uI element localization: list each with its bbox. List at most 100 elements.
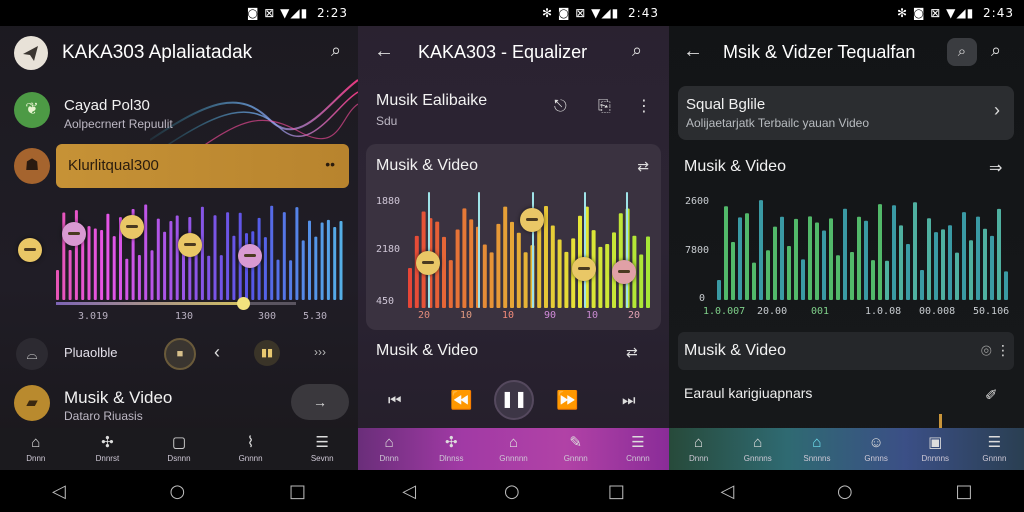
search-icon[interactable]: ⌕	[324, 40, 348, 64]
list-item-subtitle: Aolpecrnert Repuulit	[64, 117, 173, 131]
nav-item-smile[interactable]: ☺ Gnnns	[847, 428, 906, 470]
nav-label: Gnnnn	[238, 454, 263, 463]
spectrum-bar	[56, 270, 59, 300]
previous-icon[interactable]: ⏪	[450, 390, 472, 411]
pause-button[interactable]: ▮▮	[254, 340, 280, 366]
swap-icon[interactable]: ⇄	[626, 344, 638, 361]
recents-square-icon[interactable]: □	[608, 481, 625, 502]
nav-item-home[interactable]: ⌂ Dnnn	[0, 428, 72, 470]
back-triangle-icon[interactable]: ◁	[402, 481, 416, 502]
search-icon[interactable]: ⌕	[632, 40, 642, 61]
spectrum-bar	[188, 216, 192, 300]
seek-track[interactable]	[56, 302, 296, 305]
fast-forward-icon[interactable]: ⏭	[622, 392, 636, 409]
nav-item-settings[interactable]: ☰ Gnnnn	[965, 428, 1024, 470]
eq-slider-knob[interactable]	[120, 215, 144, 239]
nav-item-discover[interactable]: ✣ Dnnrst	[72, 428, 144, 470]
avatar: ☗	[14, 148, 50, 184]
home-circle-icon[interactable]: ○	[504, 481, 520, 502]
chart-bar	[885, 260, 889, 300]
home-icon: ⌂	[384, 434, 394, 451]
swap-icon[interactable]: ⇄	[637, 158, 649, 175]
spectrum-bar	[219, 255, 223, 300]
list-item-title[interactable]: Cayad Pol30	[64, 97, 150, 114]
share-icon[interactable]: ⎋	[554, 98, 567, 116]
status-icons: ◙ ⊠ ▼◢▮	[246, 6, 309, 20]
chart-bar	[801, 259, 805, 300]
nav-item-mic[interactable]: ✎ Gnnnn	[545, 428, 607, 470]
home-circle-icon[interactable]: ○	[837, 481, 853, 502]
eq-slider-knob[interactable]	[612, 259, 636, 284]
rewind-icon[interactable]: ⏮	[388, 392, 402, 409]
eq-slider-knob[interactable]	[18, 237, 42, 262]
selected-preset-card[interactable]: Klurlitqual300 ••	[56, 144, 349, 188]
back-triangle-icon[interactable]: ◁	[52, 481, 66, 502]
spectrum-bar	[263, 237, 267, 300]
header-title: Musik Ealibaike	[376, 92, 488, 109]
house-icon: ⌂	[753, 434, 763, 451]
open-button[interactable]: →	[291, 384, 349, 420]
next-icon[interactable]: ⏩	[556, 390, 578, 411]
seek-thumb[interactable]	[237, 297, 251, 310]
nav-item-settings[interactable]: ☰ Sevnn	[286, 428, 358, 470]
music-card-title[interactable]: Musik & Video	[64, 388, 172, 408]
skip-forward-icon[interactable]: ›››	[314, 345, 326, 359]
banner-card[interactable]: Squal Bglile Aolijaetarjatk Terbailc yau…	[678, 86, 1014, 140]
home-circle-icon[interactable]: ○	[170, 481, 186, 502]
spectrum-bar	[200, 206, 204, 300]
nav-item-settings[interactable]: ☰ Cnnnn	[607, 428, 669, 470]
recents-square-icon[interactable]: □	[289, 481, 306, 502]
y-tick: 7800	[685, 245, 710, 256]
link-icon[interactable]: ⎘	[598, 98, 611, 116]
chart-bar	[724, 206, 728, 300]
more-vertical-icon[interactable]: ⋮	[996, 342, 1010, 359]
stop-button[interactable]: ■	[164, 338, 196, 370]
nav-item-library[interactable]: ⌂ Snnnns	[787, 428, 846, 470]
section-title: Musik & Video	[376, 342, 478, 359]
arrow-right-icon[interactable]: ⇒	[989, 158, 1002, 178]
eq-slider-knob[interactable]	[238, 243, 262, 268]
panel-equalizer: ✻ ◙ ⊠ ▼◢▮ 2:43 ← KAKA303 - Equalizer ⌕ M…	[358, 0, 669, 470]
nav-item-discover[interactable]: ✣ Dlnnss	[420, 428, 482, 470]
playback-label: Pluaolble	[64, 345, 118, 360]
chart-bar	[941, 229, 945, 300]
nav-item-screen[interactable]: ▣ Dnnnns	[906, 428, 965, 470]
x-tick: 20	[628, 310, 641, 321]
section-row[interactable]: Musik & Video ◎ ⋮	[678, 332, 1014, 370]
spectrum-bar	[442, 236, 446, 308]
nav-item-home[interactable]: ⌂ Dnnn	[669, 428, 728, 470]
search-chip[interactable]: ⌕	[947, 38, 977, 66]
chart-bar	[843, 208, 847, 300]
status-time: 2:43	[983, 6, 1014, 20]
banner-title: Squal Bglile	[686, 96, 766, 113]
more-vertical-icon[interactable]: ⋮	[636, 96, 652, 116]
nav-item-house[interactable]: ⌂ Gnnnns	[728, 428, 787, 470]
pin-icon[interactable]: ✐	[985, 386, 998, 404]
recents-square-icon[interactable]: □	[956, 481, 973, 502]
chart-bar	[829, 218, 833, 300]
spectrum-bar	[489, 252, 494, 308]
nav-item-home[interactable]: ⌂ Dnnn	[358, 428, 420, 470]
nav-item-library[interactable]: ▢ Dsnnn	[143, 428, 215, 470]
chart-bar	[759, 200, 763, 300]
back-triangle-icon[interactable]: ◁	[720, 481, 734, 502]
chart-bar	[934, 232, 938, 300]
headphone-button[interactable]: ⌓	[16, 338, 48, 370]
eq-slider-knob[interactable]	[62, 222, 86, 247]
more-icon[interactable]: ••	[325, 156, 335, 172]
back-arrow-icon[interactable]: ←	[374, 40, 394, 63]
back-arrow-icon[interactable]: ←	[683, 40, 703, 63]
chart-bar	[745, 213, 749, 300]
eq-slider-knob[interactable]	[178, 233, 202, 257]
search-icon[interactable]: ⌕	[991, 40, 1001, 61]
play-pause-button[interactable]: ❚❚	[494, 380, 534, 420]
spectrum-bar	[156, 218, 160, 300]
chart-bar	[878, 204, 882, 300]
eq-slider-knob[interactable]	[572, 257, 596, 282]
nav-item-library[interactable]: ⌂ Gnnnnn	[482, 428, 544, 470]
leaf-icon: ❦	[25, 101, 39, 118]
chart-bar	[857, 216, 861, 300]
settings-icon[interactable]: ◎	[981, 342, 992, 358]
nav-item-graph[interactable]: ⌇ Gnnnn	[215, 428, 287, 470]
previous-icon[interactable]: ‹	[214, 342, 220, 363]
